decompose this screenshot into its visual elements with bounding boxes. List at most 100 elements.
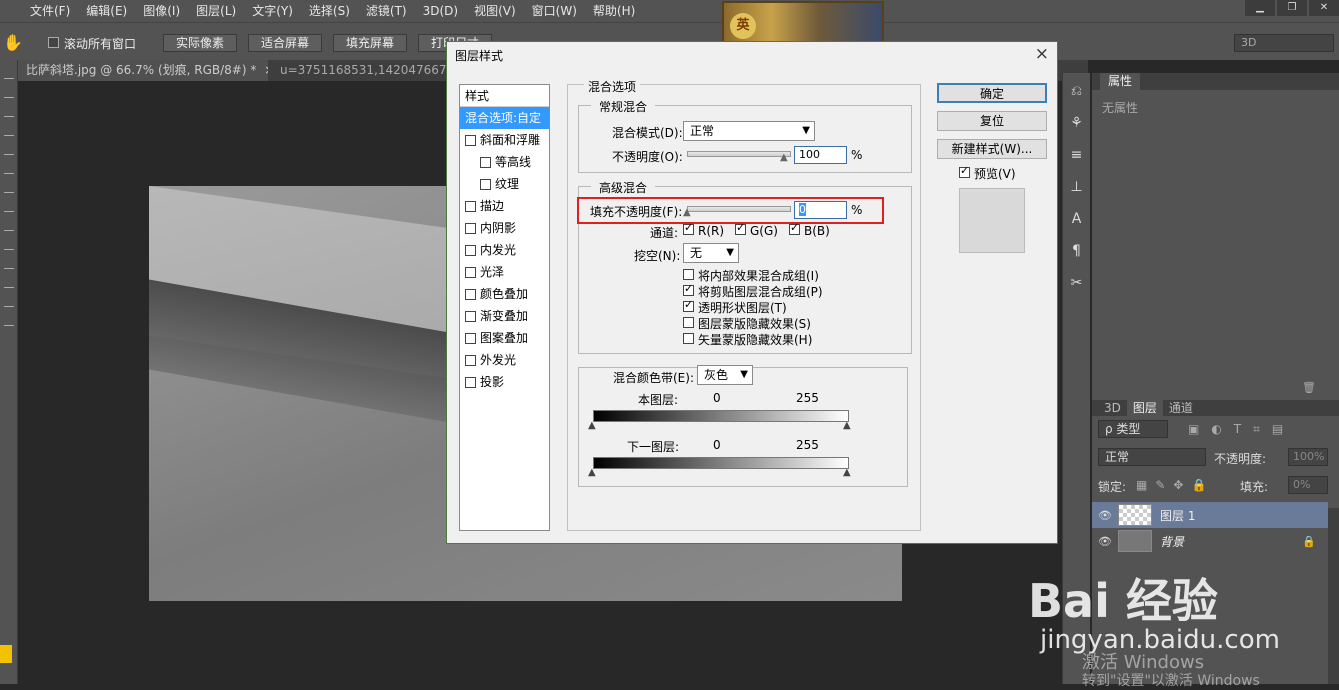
properties-tab[interactable]: 属性 [1100,73,1141,90]
tab-channels[interactable]: 通道 [1163,400,1199,416]
checkbox[interactable] [465,200,476,212]
this-layer-white-handle[interactable]: ▲ [843,420,851,431]
tab-layers[interactable]: 图层 [1126,400,1163,416]
tab-document-2[interactable]: u=3751168531,1420476673&f [272,60,462,81]
style-item-bevel[interactable]: 斜面和浮雕 [460,129,549,151]
scroll-all-checkbox[interactable] [48,37,59,48]
new-style-button[interactable]: 新建样式(W)... [937,139,1047,159]
channel-r[interactable]: R(R) [683,221,724,238]
checkbox[interactable] [480,178,491,190]
tab-3d[interactable]: 3D [1098,400,1127,416]
tool-icon[interactable] [4,173,14,174]
channel-b-checkbox[interactable] [789,221,800,235]
channel-b[interactable]: B(B) [789,221,830,238]
checkbox[interactable] [465,354,476,366]
style-item-inner-shadow[interactable]: 内阴影 [460,217,549,239]
layer-fill-input[interactable]: 0% [1288,476,1328,494]
menu-file[interactable]: 文件(F) [22,0,78,22]
character-icon[interactable]: A [1063,211,1090,233]
channel-g[interactable]: G(G) [735,221,778,238]
tool-icon[interactable] [4,268,14,269]
checkbox[interactable] [465,288,476,300]
menu-type[interactable]: 文字(Y) [244,0,301,22]
style-item-drop-shadow[interactable]: 投影 [460,371,549,393]
history-icon[interactable]: ⎌ [1063,83,1090,105]
layer-row-1[interactable]: 👁 图层 1 [1092,502,1328,528]
checkbox[interactable] [683,298,694,312]
checkbox[interactable] [465,310,476,322]
tool-icon[interactable] [4,192,14,193]
menu-edit[interactable]: 编辑(E) [78,0,135,22]
tool-icon[interactable] [4,135,14,136]
trash-icon[interactable]: 🗑 [1302,381,1316,394]
style-item-gradient-overlay[interactable]: 渐变叠加 [460,305,549,327]
layer-filter-select[interactable]: ρ 类型 [1098,420,1168,438]
reset-button[interactable]: 复位 [937,111,1047,131]
checkbox[interactable] [683,317,694,328]
tab-close-icon[interactable]: × [264,63,268,77]
checkbox[interactable] [683,282,694,296]
tool-icon[interactable] [4,287,14,288]
option-layer-mask-hides[interactable]: 图层蒙版隐藏效果(S) [683,315,811,332]
style-item-stroke[interactable]: 描边 [460,195,549,217]
eye-icon[interactable]: 👁 [1092,535,1118,548]
tool-icon[interactable] [4,306,14,307]
menu-image[interactable]: 图像(I) [135,0,188,22]
menu-3d[interactable]: 3D(D) [415,0,466,22]
checkbox[interactable] [465,376,476,388]
preview-checkbox[interactable] [959,164,970,178]
layer-opacity-input[interactable]: 100% [1288,448,1328,466]
tool-icon[interactable] [4,116,14,117]
brush-preset-icon[interactable]: ⚘ [1063,115,1090,137]
style-item-satin[interactable]: 光泽 [460,261,549,283]
close-icon[interactable]: × [1035,44,1049,64]
tab-document-1[interactable]: 比萨斜塔.jpg @ 66.7% (划痕, RGB/8#) * × [18,60,268,81]
tool-icon[interactable] [4,78,14,79]
eye-icon[interactable]: 👁 [1092,509,1118,522]
close-window-icon[interactable]: ✕ [1309,0,1339,16]
foreground-color-swatch[interactable] [0,645,12,663]
tool-icon[interactable] [4,211,14,212]
option-vector-mask-hides[interactable]: 矢量蒙版隐藏效果(H) [683,331,812,348]
layer-row-background[interactable]: 👁 背景 🔒 [1092,528,1328,554]
workspace-3d-select[interactable]: 3D [1234,34,1334,52]
option-blend-interior[interactable]: 将内部效果混合成组(I) [683,267,819,284]
opacity-slider[interactable] [687,151,791,157]
option-blend-clipped[interactable]: 将剪贴图层混合成组(P) [683,282,823,300]
checkbox[interactable] [465,332,476,344]
minimize-icon[interactable]: ▁ [1245,0,1275,16]
channel-g-checkbox[interactable] [735,221,746,235]
underlying-white-handle[interactable]: ▲ [843,467,851,478]
filter-icons[interactable]: ▣◐T⌗▤ [1188,422,1295,437]
menu-layer[interactable]: 图层(L) [188,0,244,22]
checkbox[interactable] [465,222,476,234]
style-item-contour[interactable]: 等高线 [460,151,549,173]
blend-if-select[interactable]: 灰色 ▼ [697,365,753,385]
tool-icon[interactable] [4,325,14,326]
paragraph-icon[interactable]: ¶ [1063,243,1090,265]
clone-source-icon[interactable]: ⊥ [1063,179,1090,201]
opacity-input[interactable]: 100 [794,146,847,164]
fill-screen-button[interactable]: 填充屏幕 [333,34,407,52]
channel-r-checkbox[interactable] [683,221,694,235]
style-item-color-overlay[interactable]: 颜色叠加 [460,283,549,305]
menu-view[interactable]: 视图(V) [466,0,524,22]
knockout-select[interactable]: 无 ▼ [683,243,739,263]
style-item-texture[interactable]: 纹理 [460,173,549,195]
checkbox[interactable] [465,134,476,146]
this-layer-black-handle[interactable]: ▲ [588,420,596,431]
menu-select[interactable]: 选择(S) [301,0,358,22]
menu-window[interactable]: 窗口(W) [524,0,585,22]
tool-icon[interactable] [4,249,14,250]
actual-pixels-button[interactable]: 实际像素 [163,34,237,52]
hand-tool-icon[interactable]: ✋ [3,33,23,52]
layer-blend-mode-select[interactable]: 正常 [1098,448,1206,466]
styles-header[interactable]: 样式 [460,85,549,107]
adjustments-icon[interactable]: ≡ [1063,147,1090,169]
ok-button[interactable]: 确定 [937,83,1047,103]
underlying-black-handle[interactable]: ▲ [588,467,596,478]
tool-icon[interactable] [4,154,14,155]
checkbox[interactable] [480,156,491,168]
option-transparency-shapes[interactable]: 透明形状图层(T) [683,298,787,316]
checkbox[interactable] [465,266,476,278]
